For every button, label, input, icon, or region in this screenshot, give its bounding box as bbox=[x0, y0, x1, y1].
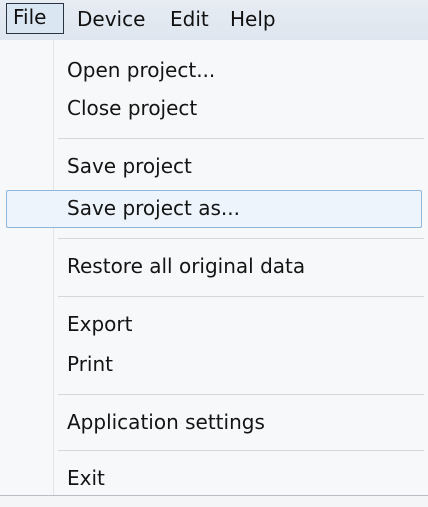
menu-item-label: Save project as... bbox=[67, 196, 240, 220]
menu-edit[interactable]: Edit bbox=[164, 5, 222, 34]
menu-item-print[interactable]: Print bbox=[0, 346, 424, 382]
application-window: File Device Edit Help Open project... Cl… bbox=[0, 0, 428, 507]
menu-separator bbox=[58, 450, 424, 451]
menu-separator bbox=[58, 138, 424, 139]
menu-item-open-project[interactable]: Open project... bbox=[0, 52, 424, 88]
menu-item-application-settings[interactable]: Application settings bbox=[0, 404, 424, 440]
menu-item-label: Print bbox=[67, 352, 114, 376]
menu-separator bbox=[58, 394, 424, 395]
menu-item-close-project[interactable]: Close project bbox=[0, 90, 424, 126]
menu-item-exit[interactable]: Exit bbox=[0, 460, 424, 496]
menu-bottom-border bbox=[0, 495, 428, 507]
menu-item-label: Restore all original data bbox=[67, 254, 306, 278]
menu-item-label: Close project bbox=[67, 96, 198, 120]
menu-separator bbox=[58, 296, 424, 297]
menu-item-label: Export bbox=[67, 312, 133, 336]
menu-bar: File Device Edit Help bbox=[0, 0, 428, 41]
menu-item-label: Save project bbox=[67, 154, 192, 178]
menu-item-label: Application settings bbox=[67, 410, 265, 434]
menu-separator bbox=[58, 238, 424, 239]
menu-item-export[interactable]: Export bbox=[0, 306, 424, 342]
menu-item-save-project[interactable]: Save project bbox=[0, 148, 424, 184]
menu-file[interactable]: File bbox=[6, 3, 64, 34]
menu-item-save-project-as[interactable]: Save project as... bbox=[6, 190, 422, 228]
menu-item-label: Open project... bbox=[67, 58, 216, 82]
menu-device[interactable]: Device bbox=[71, 5, 161, 34]
menu-item-restore-original-data[interactable]: Restore all original data bbox=[0, 248, 424, 284]
menu-item-label: Exit bbox=[67, 466, 105, 490]
menu-help[interactable]: Help bbox=[224, 5, 288, 34]
